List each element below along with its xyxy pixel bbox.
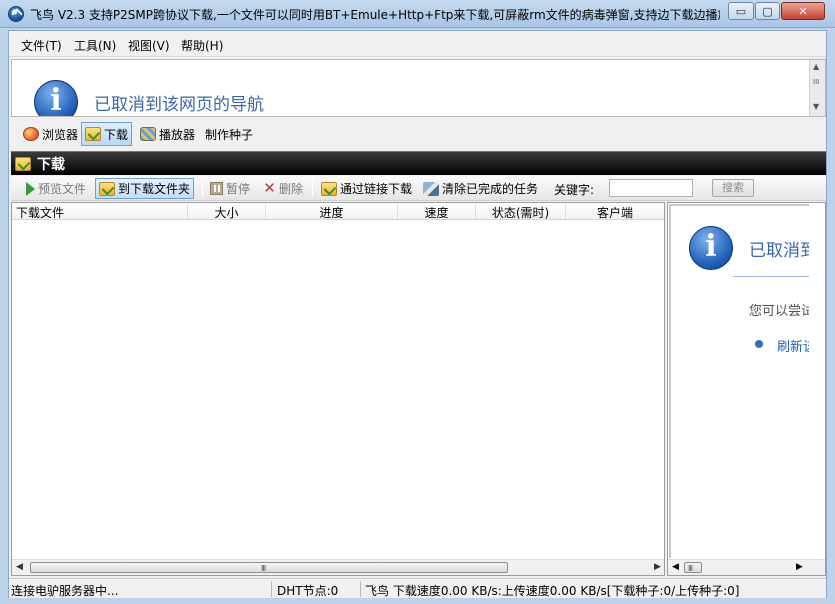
side-divider (733, 276, 809, 277)
mode-player-button[interactable]: 播放器 (136, 122, 199, 146)
list-horizontal-scrollbar[interactable]: ◀ III ▶ (12, 559, 664, 575)
column-progress[interactable]: 进度 (266, 204, 398, 220)
info-icon: i (34, 80, 78, 116)
status-bar: 连接电驴服务器中... DHT节点:0 飞鸟 下载速度0.00 KB/s:上传速… (9, 578, 826, 598)
status-divider (271, 581, 272, 597)
mode-download-label: 下载 (104, 127, 129, 142)
mode-download-button[interactable]: 下载 (81, 122, 133, 146)
link-download-icon (321, 181, 337, 196)
scroll-up-icon[interactable]: ▲ (813, 62, 819, 71)
transfer-speed-status: 飞鸟 下载速度0.00 KB/s:上传速度0.00 KB/s[下载种子:0/上传… (365, 584, 740, 598)
toolbar-divider (202, 180, 203, 197)
delete-button[interactable]: ✕ 删除 (259, 178, 307, 199)
scroll-right-icon[interactable]: ▶ (654, 562, 661, 572)
menu-tools[interactable]: 工具(N) (74, 37, 116, 54)
download-list[interactable]: 下载文件 大小 进度 速度 状态(需时) 客户端 ◀ III ▶ (11, 202, 665, 576)
column-file[interactable]: 下载文件 (16, 204, 188, 220)
clear-completed-label: 清除已完成的任务 (442, 182, 539, 196)
list-header: 下载文件 大小 进度 速度 状态(需时) 客户端 (12, 203, 664, 220)
menu-help[interactable]: 帮助(H) (181, 37, 223, 54)
mode-bar: 浏览器 下载 播放器 制作种子 (11, 119, 826, 149)
bullet-icon (755, 340, 763, 348)
scroll-right-icon[interactable]: ▶ (796, 562, 803, 572)
open-download-folder-button[interactable]: 到下载文件夹 (95, 178, 195, 199)
menu-file[interactable]: 文件(T) (21, 37, 62, 54)
scroll-left-icon[interactable]: ◀ (672, 562, 679, 572)
maximize-button[interactable]: ▢ (755, 2, 780, 20)
pause-icon (210, 182, 223, 195)
scroll-left-icon[interactable]: ◀ (16, 562, 23, 572)
preview-file-label: 预览文件 (38, 182, 87, 196)
pause-button[interactable]: 暂停 (206, 178, 254, 199)
download-toolbar: 预览文件 到下载文件夹 暂停 ✕ 删除 通过链接下载 清除已完成的任务 关键字:… (11, 176, 826, 201)
side-horizontal-scrollbar[interactable]: ◀ III ▶ (668, 559, 825, 575)
menu-view[interactable]: 视图(V) (128, 37, 170, 54)
pause-label: 暂停 (226, 182, 251, 196)
browser-vertical-scrollbar[interactable]: ▲ III ▼ (809, 60, 825, 116)
download-by-link-button[interactable]: 通过链接下载 (317, 178, 416, 199)
mode-browser-button[interactable]: 浏览器 (19, 122, 82, 146)
connection-status: 连接电驴服务器中... (11, 584, 119, 598)
info-icon: i (689, 226, 733, 270)
scroll-down-icon[interactable]: ▼ (813, 102, 819, 111)
delete-icon: ✕ (263, 179, 276, 197)
open-folder-icon (99, 181, 115, 196)
title-bar: 飞鸟 V2.3 支持P2SMP跨协议下载,一个文件可以同时用BT+Emule+H… (0, 0, 835, 28)
side-info-panel: i 已取消到该网页的导航 您可以尝试以下操作: 刷新该网页 ◀ III ▶ (667, 202, 826, 576)
scroll-grip-icon: III (813, 78, 820, 86)
browser-panel: i 已取消到该网页的导航 ▲ III ▼ (11, 59, 826, 117)
refresh-link[interactable]: 刷新该网页 (777, 336, 809, 355)
download-folder-icon (85, 127, 101, 141)
column-client[interactable]: 客户端 (566, 204, 664, 220)
mode-browser-label: 浏览器 (42, 127, 79, 142)
keyword-input[interactable] (609, 179, 693, 197)
window-title: 飞鸟 V2.3 支持P2SMP跨协议下载,一个文件可以同时用BT+Emule+H… (30, 8, 720, 22)
preview-file-button[interactable]: 预览文件 (21, 178, 90, 199)
download-folder-icon (15, 157, 31, 171)
browser-heading: 已取消到该网页的导航 (94, 95, 264, 115)
browser-icon (23, 127, 39, 141)
search-button[interactable]: 搜索 (712, 179, 754, 197)
side-content: i 已取消到该网页的导航 您可以尝试以下操作: 刷新该网页 (669, 204, 809, 558)
close-button[interactable]: ✕ (781, 2, 825, 20)
section-title: 下载 (37, 157, 65, 173)
scroll-grip-icon: III (261, 564, 266, 573)
player-icon (140, 127, 156, 141)
open-download-folder-label: 到下载文件夹 (118, 182, 191, 196)
menu-bar: 文件(T) 工具(N) 视图(V) 帮助(H) (9, 31, 826, 57)
side-suggestion-text: 您可以尝试以下操作: (749, 304, 809, 319)
mode-player-label: 播放器 (159, 127, 196, 142)
make-seed-label: 制作种子 (205, 127, 254, 142)
delete-label: 删除 (279, 182, 304, 196)
status-divider (360, 581, 361, 597)
window-client: 文件(T) 工具(N) 视图(V) 帮助(H) i 已取消到该网页的导航 ▲ I… (8, 30, 827, 598)
make-seed-button[interactable]: 制作种子 (201, 122, 257, 146)
play-icon (25, 181, 35, 196)
app-icon (8, 6, 24, 22)
dht-node-count: DHT节点:0 (277, 584, 339, 598)
column-status[interactable]: 状态(需时) (476, 204, 566, 220)
download-by-link-label: 通过链接下载 (340, 182, 413, 196)
keyword-label: 关键字: (554, 183, 595, 197)
column-size[interactable]: 大小 (188, 204, 266, 220)
scroll-thumb[interactable]: III (30, 562, 508, 573)
minimize-button[interactable]: ▭ (728, 2, 754, 20)
clear-icon (423, 181, 439, 196)
download-section-header: 下载 (11, 151, 826, 175)
toolbar-divider (312, 180, 313, 197)
scroll-thumb[interactable]: III (684, 562, 702, 573)
clear-completed-button[interactable]: 清除已完成的任务 (419, 178, 542, 199)
side-heading: 已取消到该网页的导航 (749, 241, 809, 261)
column-speed[interactable]: 速度 (398, 204, 476, 220)
scroll-grip-icon: III (688, 564, 693, 573)
